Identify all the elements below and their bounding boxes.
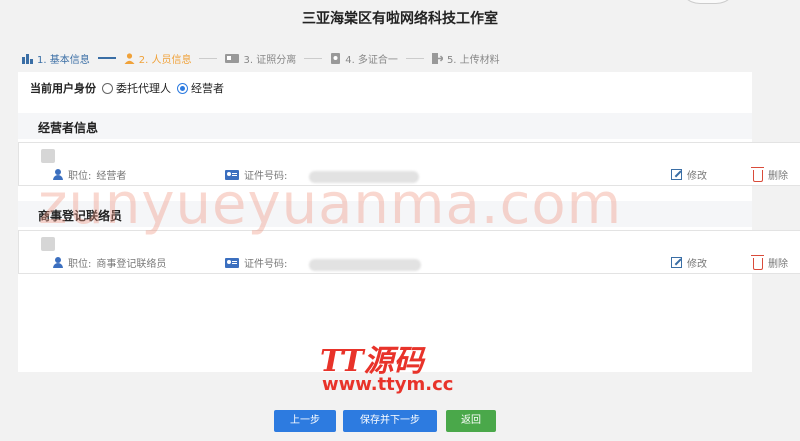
section-title: 经营者信息 <box>38 121 99 135</box>
step-divider <box>405 57 424 59</box>
id-card-icon <box>225 257 239 268</box>
edit-icon <box>671 169 682 180</box>
delete-label: 删除 <box>768 171 788 182</box>
person-icon <box>124 52 135 64</box>
step-label: 1. 基本信息 <box>37 54 90 66</box>
identity-selector: 当前用户身份 委托代理人 经营者 <box>30 80 224 96</box>
radio-circle[interactable] <box>177 82 188 94</box>
identity-label: 当前用户身份 <box>30 82 96 95</box>
prev-button[interactable]: 上一步 <box>274 410 336 432</box>
delete-button[interactable]: 删除 <box>751 254 788 270</box>
step-progress: 1. 基本信息 2. 人员信息 3. 证照分离 4. 多证合一 5. 上传材料 <box>0 46 800 70</box>
step-license-separation[interactable]: 3. 证照分离 <box>225 51 296 66</box>
edit-button[interactable]: 修改 <box>671 167 707 182</box>
step-divider <box>97 57 116 59</box>
position-value: 商事登记联络员 <box>96 259 167 270</box>
upload-icon <box>431 52 443 64</box>
step-divider <box>304 57 323 59</box>
section-operator-header: 经营者信息 <box>18 113 752 139</box>
back-button[interactable]: 返回 <box>446 410 496 432</box>
radio-operator[interactable]: 经营者 <box>177 80 224 96</box>
radio-agent[interactable]: 委托代理人 <box>102 80 171 96</box>
watermark-text: zunyueyuanma.com <box>38 172 623 237</box>
chart-icon <box>22 53 33 64</box>
redacted-name <box>41 237 55 251</box>
save-next-button[interactable]: 保存并下一步 <box>343 410 437 432</box>
radio-label: 委托代理人 <box>116 82 171 95</box>
step-multi-cert[interactable]: 4. 多证合一 <box>330 51 398 66</box>
position-field: 职位: 商事登记联络员 <box>53 255 166 270</box>
radio-circle[interactable] <box>102 82 113 94</box>
step-label: 5. 上传材料 <box>446 54 500 66</box>
watermark-url: www.ttym.cc <box>322 374 454 395</box>
delete-label: 删除 <box>768 259 788 270</box>
step-label: 4. 多证合一 <box>345 54 398 66</box>
edit-icon <box>671 257 682 268</box>
step-basic-info[interactable]: 1. 基本信息 <box>22 51 90 66</box>
step-personnel-info[interactable]: 2. 人员信息 <box>124 51 192 66</box>
delete-button[interactable]: 删除 <box>751 166 788 182</box>
step-label: 3. 证照分离 <box>243 54 297 66</box>
top-decoration <box>678 0 738 4</box>
page-title: 三亚海棠区有啦网络科技工作室 <box>302 11 498 27</box>
redacted-name <box>41 149 55 163</box>
position-label: 职位: <box>68 259 92 270</box>
radio-label: 经营者 <box>191 82 224 95</box>
trash-icon <box>751 166 764 182</box>
person-icon <box>53 257 63 268</box>
step-upload-materials[interactable]: 5. 上传材料 <box>431 51 500 66</box>
id-label: 证件号码: <box>244 259 288 270</box>
edit-button[interactable]: 修改 <box>671 255 707 270</box>
step-divider <box>199 57 218 59</box>
trash-icon <box>751 254 764 270</box>
edit-label: 修改 <box>687 171 707 182</box>
redacted-id <box>309 259 421 271</box>
edit-label: 修改 <box>687 259 707 270</box>
id-field: 证件号码: <box>225 255 287 270</box>
license-icon <box>225 53 240 63</box>
certificate-icon <box>331 52 341 64</box>
step-label: 2. 人员信息 <box>138 54 192 66</box>
